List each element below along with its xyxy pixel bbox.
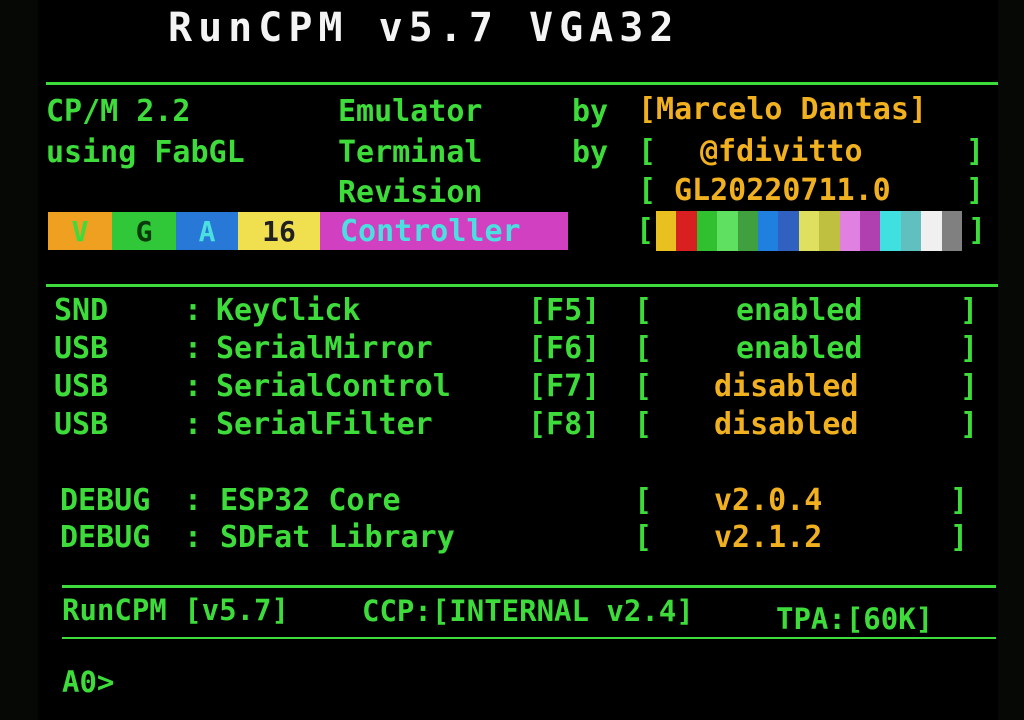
palette-swatch [758,211,779,251]
debug-separator: : [184,483,203,518]
vga16-controller-banner: V G A 16 Controller [48,212,568,250]
segment-text: A [198,214,216,248]
divider-middle [46,284,998,287]
segment-text: 16 [262,214,296,248]
palette-swatch [798,211,820,251]
vga-segment-a: A [176,212,238,250]
palette-bracket-open: [ [636,213,655,248]
setting-status: disabled [714,407,859,442]
fabgl-label: using FabGL [46,135,245,170]
setting-device: SND [54,293,109,328]
vga-segment-controller: Controller [320,212,568,250]
vga-segment-v: V [48,212,112,250]
palette-swatch [839,211,861,251]
setting-device: USB [54,407,109,442]
palette-swatch [921,211,942,251]
palette-swatch [860,211,881,251]
debug-component: SDFat Library [220,520,455,555]
emulator-author: [Marcelo Dantas] [638,92,927,127]
app-title: RunCPM v5.7 VGA32 [168,5,680,51]
setting-bracket-open: [ [634,293,653,328]
bracket-open: [ [638,173,657,208]
palette-bracket-close: ] [968,213,987,248]
setting-separator: : [184,369,203,404]
bracket-open: [ [638,134,657,169]
debug-bracket-open: [ [634,520,653,555]
setting-device: USB [54,331,109,366]
debug-label: DEBUG [60,483,151,518]
tpa-status: TPA:[60K] [776,602,934,636]
bracket-close: ] [966,173,985,208]
divider-status [62,637,996,639]
vga-segment-16: 16 [238,212,320,250]
setting-status: enabled [736,331,863,366]
segment-text: V [71,214,89,248]
palette-swatch [696,211,718,251]
setting-name: SerialFilter [216,407,433,442]
command-prompt[interactable]: A0> [62,668,114,697]
cpm-version-label: CP/M 2.2 [46,94,191,129]
setting-separator: : [184,331,203,366]
debug-version: v2.0.4 [714,483,823,518]
ccp-status: CCP:[INTERNAL v2.4] [362,594,694,628]
palette-swatch [737,211,759,251]
palette-swatch [656,211,677,251]
palette-swatch [676,211,697,251]
bracket-close: ] [966,134,985,169]
segment-text: G [135,214,153,248]
divider-top [46,82,998,85]
debug-component: ESP32 Core [220,483,401,518]
debug-version: v2.1.2 [714,520,823,555]
by-label-2: by [572,135,609,170]
terminal-screen[interactable]: RunCPM v5.7 VGA32 CP/M 2.2 Emulator by [… [38,0,998,720]
setting-hotkey: [F6] [528,331,601,366]
setting-bracket-open: [ [634,331,653,366]
debug-bracket-close: ] [950,520,969,555]
setting-bracket-open: [ [634,369,653,404]
color-palette [656,211,963,251]
palette-swatch [778,211,799,251]
setting-status: enabled [736,293,863,328]
vga-segment-g: G [112,212,176,250]
runcpm-version-status: RunCPM [v5.7] [62,593,289,627]
setting-bracket-close: ] [960,331,979,366]
debug-separator: : [184,520,203,555]
palette-swatch [880,211,901,251]
setting-name: SerialControl [216,369,451,404]
by-label-1: by [572,94,609,129]
setting-separator: : [184,293,203,328]
setting-bracket-close: ] [960,407,979,442]
setting-hotkey: [F7] [528,369,601,404]
setting-name: KeyClick [216,293,361,328]
segment-text: Controller [340,213,521,249]
terminal-label: Terminal [338,135,483,170]
setting-hotkey: [F5] [528,293,601,328]
setting-hotkey: [F8] [528,407,601,442]
palette-swatch [900,211,922,251]
debug-label: DEBUG [60,520,151,555]
terminal-author: @fdivitto [700,134,863,169]
palette-swatch [717,211,738,251]
setting-bracket-close: ] [960,293,979,328]
setting-name: SerialMirror [216,331,433,366]
setting-bracket-open: [ [634,407,653,442]
emulator-label: Emulator [338,94,483,129]
divider-bottom [62,585,996,588]
setting-status: disabled [714,369,859,404]
revision-label: Revision [338,175,483,210]
setting-bracket-close: ] [960,369,979,404]
revision-value: GL20220711.0 [674,173,891,208]
debug-bracket-close: ] [950,483,969,518]
setting-device: USB [54,369,109,404]
palette-swatch [941,211,963,251]
setting-separator: : [184,407,203,442]
palette-swatch [819,211,840,251]
debug-bracket-open: [ [634,483,653,518]
